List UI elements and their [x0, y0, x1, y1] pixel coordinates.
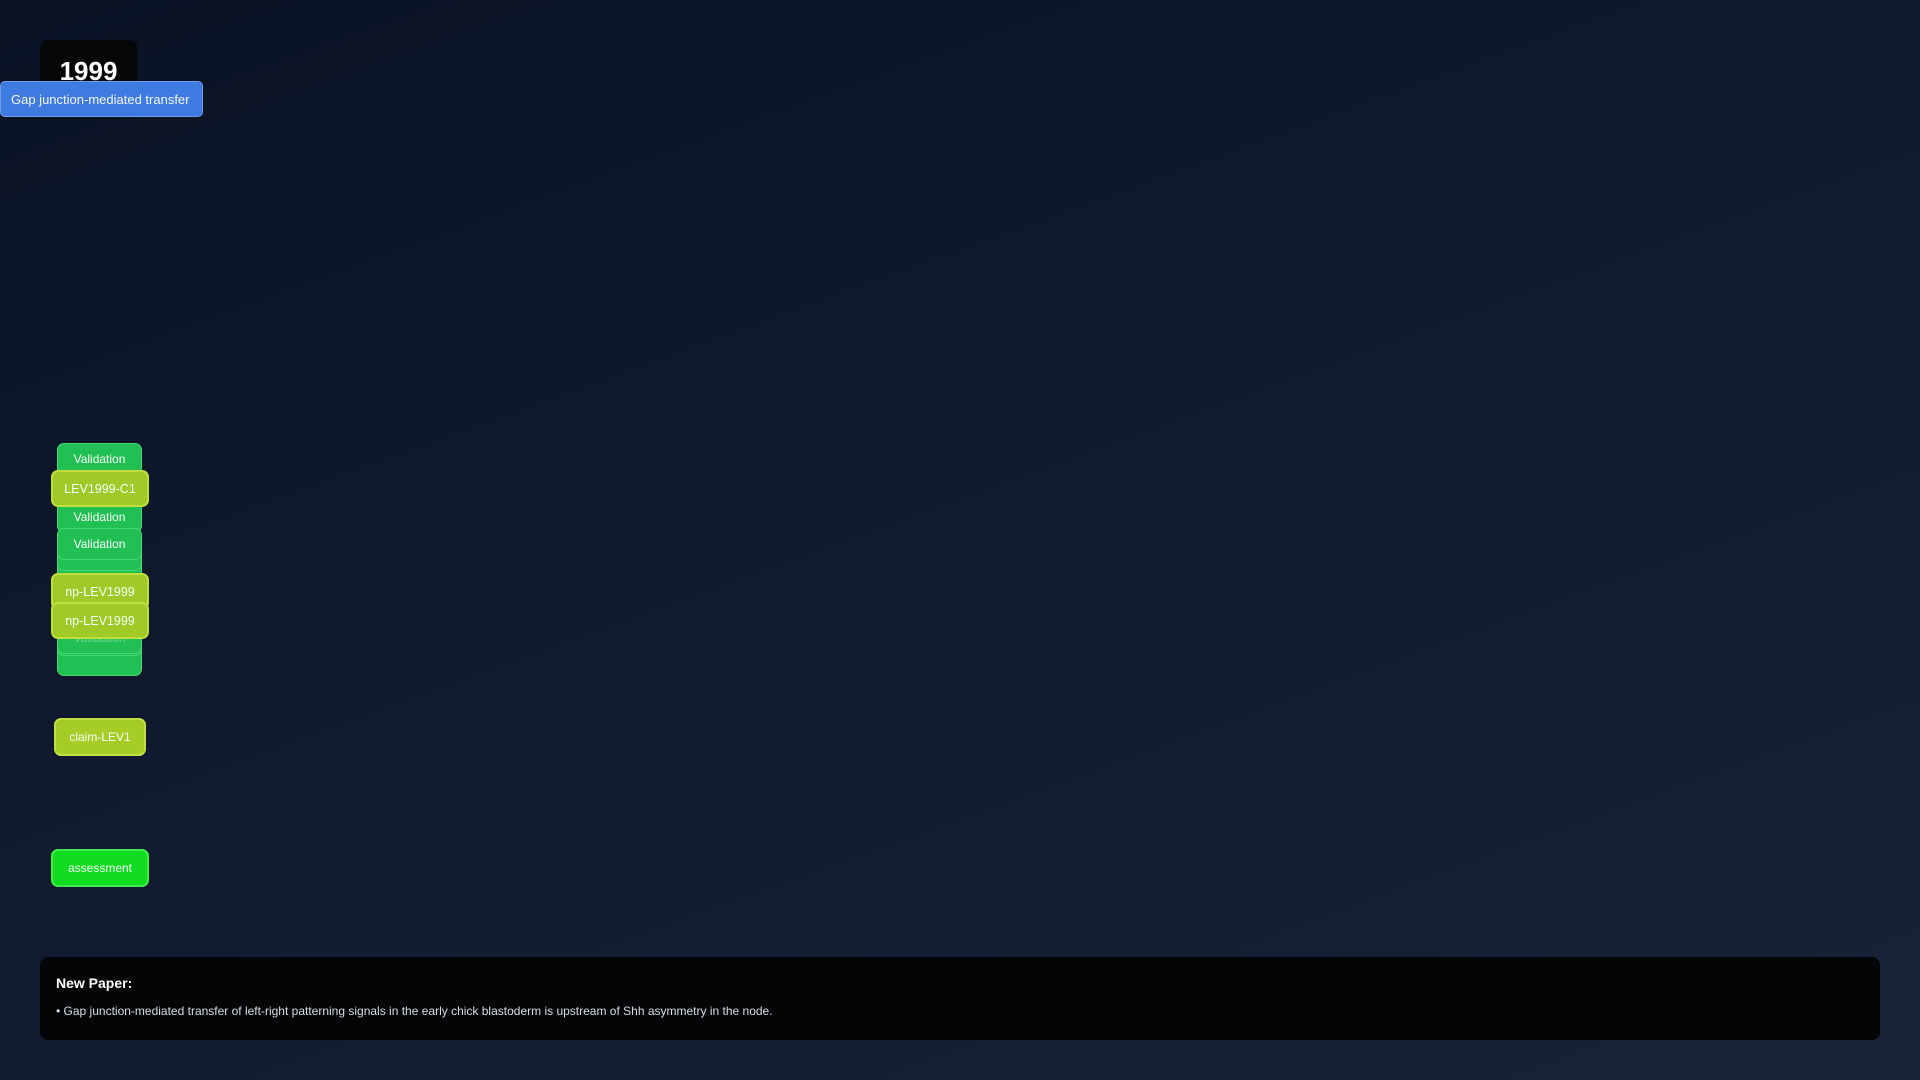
- claim-node-lev1[interactable]: claim-LEV1: [54, 718, 146, 756]
- new-paper-description: • Gap junction-mediated transfer of left…: [56, 1004, 773, 1018]
- new-paper-title: New Paper:: [56, 975, 133, 991]
- validation-node[interactable]: Validation: [57, 528, 142, 560]
- new-paper-panel: New Paper: • Gap junction-mediated trans…: [40, 957, 1880, 1040]
- np-node-lev1999[interactable]: np-LEV1999: [51, 602, 149, 639]
- paper-node[interactable]: Gap junction-mediated transfer: [0, 81, 204, 117]
- assessment-node[interactable]: assessment: [51, 849, 149, 887]
- claim-node-lev1999-c1[interactable]: LEV1999-C1: [51, 470, 149, 507]
